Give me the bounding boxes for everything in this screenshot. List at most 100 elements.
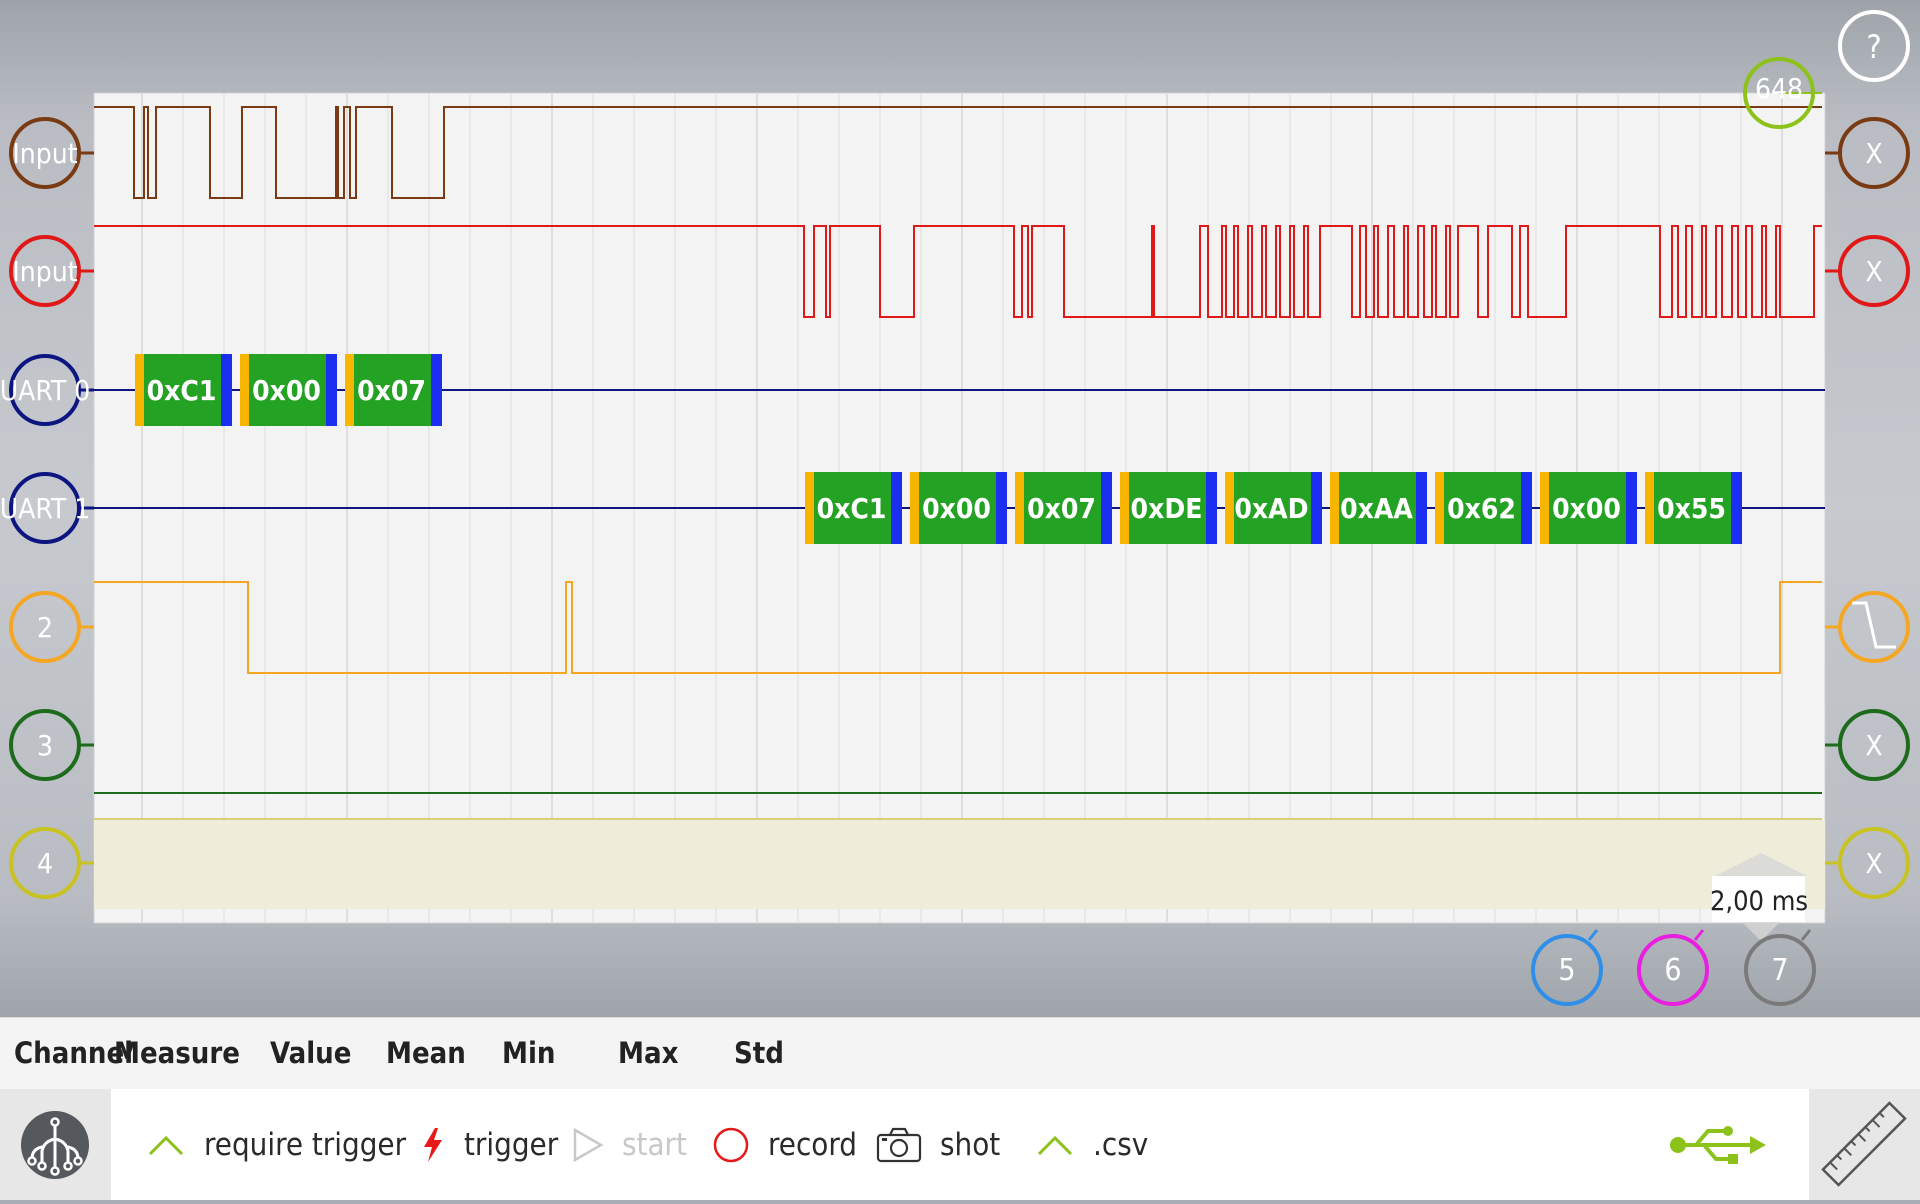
uart-byte-value: 0x00	[1552, 492, 1621, 525]
uart-start-bit	[805, 472, 814, 544]
uart-byte-frame[interactable]: 0xDE	[1120, 472, 1217, 544]
uart-byte-value: 0x62	[1447, 492, 1516, 525]
channel-4-remove-button[interactable]: X	[1825, 827, 1910, 899]
input-2-channel-button[interactable]: Input	[9, 235, 94, 307]
record-button[interactable]: record	[712, 1089, 857, 1200]
input-2-remove-button[interactable]: X	[1825, 235, 1910, 307]
uart-byte-frame[interactable]: 0xAD	[1225, 472, 1322, 544]
uart-stop-bit	[326, 354, 337, 426]
uart-byte-value: 0xAD	[1234, 492, 1308, 525]
uart-stop-bit	[1416, 472, 1427, 544]
app-window: 0xC1 0x00 0x07 0xC1 0x00 0x07 0xDE 0xAD 0xAA 0x6…	[0, 0, 1920, 1200]
extra-channel-buttons: 5 6 7	[1531, 929, 1816, 1006]
channel-3-remove-button[interactable]: X	[1825, 709, 1910, 781]
uart-start-bit	[910, 472, 919, 544]
camera-icon	[876, 1127, 922, 1162]
shot-label: shot	[940, 1126, 1001, 1163]
channel-3-channel-label: 3	[37, 729, 53, 762]
lightning-icon	[424, 1127, 442, 1162]
uart-start-bit	[1330, 472, 1339, 544]
require-trigger-label: require trigger	[204, 1126, 407, 1163]
chevron-up-icon	[148, 1135, 184, 1155]
channel-3-channel-button[interactable]: 3	[9, 709, 94, 781]
channel-4-band	[94, 820, 1825, 909]
timebase-label: 2,00 ms	[1710, 886, 1808, 917]
trigger-label: trigger	[464, 1126, 559, 1163]
uart-byte-value: 0x00	[252, 374, 321, 407]
uart-byte-value: 0x07	[357, 374, 426, 407]
input-1-remove-label: X	[1865, 137, 1882, 170]
falling-edge-icon	[1852, 601, 1896, 649]
uart-byte-value: 0xDE	[1131, 492, 1203, 525]
uart-0-frames: 0xC1 0x00 0x07	[135, 354, 442, 426]
input-1-channel-label: Input	[12, 137, 77, 170]
input-2-remove-label: X	[1865, 255, 1882, 288]
uart-1-channel-button[interactable]: UART 1	[0, 472, 94, 544]
channel-5-add-button[interactable]: 5	[1531, 929, 1603, 1006]
uart-byte-value: 0x55	[1657, 492, 1726, 525]
channel-4-channel-button[interactable]: 4	[9, 827, 94, 899]
scope-view: 0xC1 0x00 0x07 0xC1 0x00 0x07 0xDE 0xAD 0xAA 0x6…	[0, 10, 1910, 1006]
uart-byte-frame[interactable]: 0x07	[1015, 472, 1112, 544]
header-min: Min	[502, 1036, 556, 1070]
uart-byte-value: 0xC1	[147, 374, 217, 407]
record-icon	[713, 1127, 749, 1162]
uart-byte-frame[interactable]: 0xC1	[135, 354, 232, 426]
uart-stop-bit	[1626, 472, 1637, 544]
uart-start-bit	[1015, 472, 1024, 544]
uart-byte-value: 0x00	[922, 492, 991, 525]
channel-7-label: 7	[1771, 953, 1788, 988]
chevron-up-icon	[1037, 1135, 1073, 1155]
uart-byte-frame[interactable]: 0x62	[1435, 472, 1532, 544]
trigger-marker-value: 648	[1755, 72, 1803, 105]
help-button[interactable]: ?	[1838, 10, 1910, 82]
uart-stop-bit	[996, 472, 1007, 544]
screenshot-button[interactable]: shot	[876, 1089, 1000, 1200]
uart-stop-bit	[891, 472, 902, 544]
uart-1-frames: 0xC1 0x00 0x07 0xDE 0xAD 0xAA 0x62 0x00 0x55	[805, 472, 1742, 544]
usb-icon	[1670, 1125, 1766, 1164]
uart-byte-frame[interactable]: 0xC1	[805, 472, 902, 544]
channel-2-channel-button[interactable]: 2	[9, 591, 94, 663]
uart-byte-frame[interactable]: 0x07	[345, 354, 442, 426]
uart-1-channel-label: UART 1	[0, 492, 90, 525]
trigger-button[interactable]: trigger	[420, 1089, 558, 1200]
uart-0-channel-button[interactable]: UART 0	[0, 354, 94, 426]
uart-stop-bit	[221, 354, 232, 426]
uart-stop-bit	[1731, 472, 1742, 544]
uart-start-bit	[135, 354, 144, 426]
usb-connection-indicator[interactable]	[1668, 1089, 1768, 1200]
channel-6-add-button[interactable]: 6	[1637, 929, 1709, 1006]
help-button-label: ?	[1866, 28, 1881, 66]
uart-byte-frame[interactable]: 0x00	[1540, 472, 1637, 544]
header-max: Max	[618, 1036, 679, 1070]
uart-byte-value: 0xAA	[1340, 492, 1413, 525]
header-std: Std	[734, 1036, 784, 1070]
require-trigger-toggle[interactable]: require trigger	[146, 1089, 406, 1200]
input-1-channel-button[interactable]: Input	[9, 117, 94, 189]
uart-byte-frame[interactable]: 0x00	[910, 472, 1007, 544]
uart-start-bit	[1645, 472, 1654, 544]
app-menu-button[interactable]	[0, 1089, 111, 1200]
measure-ruler-button[interactable]	[1809, 1089, 1920, 1200]
channel-4-remove-label: X	[1865, 847, 1882, 880]
uart-byte-frame[interactable]: 0x55	[1645, 472, 1742, 544]
uart-byte-frame[interactable]: 0xAA	[1330, 472, 1427, 544]
bottom-toolbar: require trigger trigger start record sho…	[0, 1089, 1920, 1200]
left-channel-buttons: Input Input UART 0 UART 1 2 3 4	[0, 117, 94, 899]
right-channel-buttons: X X X X	[1825, 117, 1910, 899]
uart-byte-frame[interactable]: 0x00	[240, 354, 337, 426]
uart-start-bit	[1435, 472, 1444, 544]
csv-label: .csv	[1093, 1126, 1149, 1163]
uart-start-bit	[1225, 472, 1234, 544]
uart-stop-bit	[1311, 472, 1322, 544]
uart-start-bit	[1120, 472, 1129, 544]
input-1-remove-button[interactable]: X	[1825, 117, 1910, 189]
channel-7-add-button[interactable]: 7	[1744, 929, 1816, 1006]
uart-0-channel-label: UART 0	[0, 374, 90, 407]
start-button[interactable]: start	[572, 1089, 687, 1200]
csv-export-toggle[interactable]: .csv	[1035, 1089, 1148, 1200]
channel-2-trigger-edge-button[interactable]	[1825, 591, 1910, 663]
play-icon	[573, 1127, 604, 1162]
uart-start-bit	[1540, 472, 1549, 544]
